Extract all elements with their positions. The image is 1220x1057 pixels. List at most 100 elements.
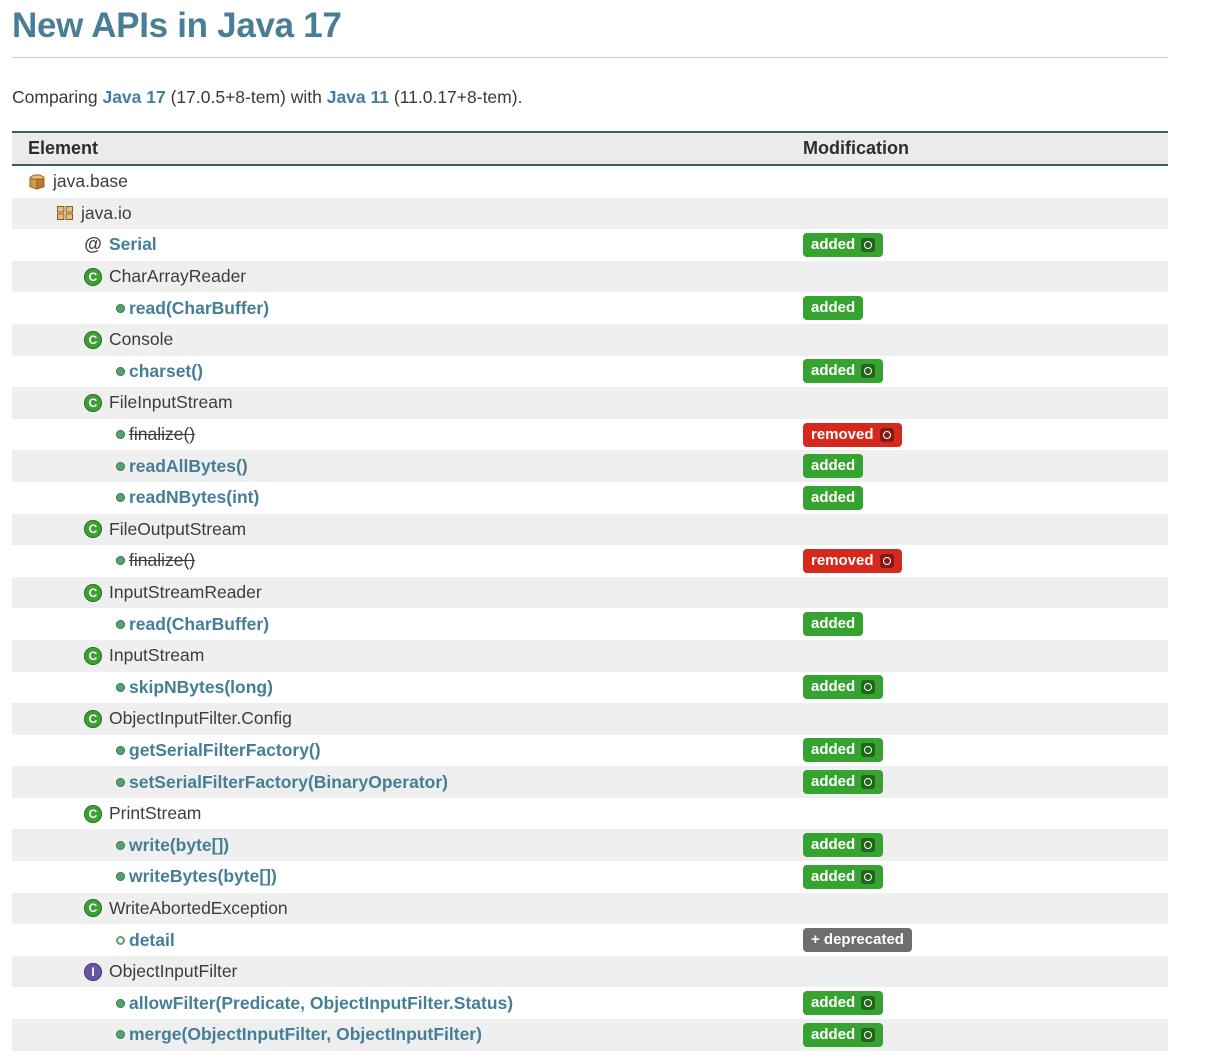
modification-cell bbox=[800, 956, 1168, 988]
row-label: java.io bbox=[81, 203, 132, 224]
badge-label: removed bbox=[811, 426, 874, 444]
java11-link[interactable]: Java 11 bbox=[327, 87, 389, 107]
annotation-icon: @ bbox=[84, 236, 102, 254]
badge-label: added bbox=[811, 836, 855, 854]
details-icon[interactable] bbox=[861, 775, 875, 789]
table-row: C FileOutputStream bbox=[12, 514, 1168, 546]
modification-cell bbox=[800, 198, 1168, 230]
element-cell-inner: java.io bbox=[12, 198, 800, 230]
modification-cell: added bbox=[800, 735, 1168, 767]
details-icon[interactable] bbox=[861, 680, 875, 694]
element-cell-inner: readAllBytes() bbox=[12, 450, 800, 482]
row-label: ObjectInputFilter.Config bbox=[109, 708, 292, 729]
column-header-element: Element bbox=[12, 132, 800, 165]
added-badge: added bbox=[803, 454, 863, 478]
details-icon[interactable] bbox=[861, 838, 875, 852]
details-icon[interactable] bbox=[880, 428, 894, 442]
row-label: java.base bbox=[53, 171, 128, 192]
modification-cell: added bbox=[800, 229, 1168, 261]
badge-label: added bbox=[811, 457, 855, 475]
table-row: skipNBytes(long) added bbox=[12, 672, 1168, 704]
table-row: allowFilter(Predicate, ObjectInputFilter… bbox=[12, 987, 1168, 1019]
row-label[interactable]: Serial bbox=[109, 234, 157, 255]
modification-cell: removed bbox=[800, 419, 1168, 451]
table-row: detail + deprecated bbox=[12, 924, 1168, 956]
package-icon bbox=[28, 174, 46, 190]
added-badge: added bbox=[803, 865, 883, 889]
method-icon bbox=[116, 430, 125, 439]
details-icon[interactable] bbox=[861, 1028, 875, 1042]
old-build-text: (11.0.17+8-tem). bbox=[389, 87, 522, 107]
modification-cell: added bbox=[800, 861, 1168, 893]
element-cell-inner: I ObjectInputFilter bbox=[12, 956, 800, 988]
method-icon bbox=[116, 304, 125, 313]
badge-label: added bbox=[811, 362, 855, 380]
row-label[interactable]: readNBytes(int) bbox=[129, 487, 259, 508]
method-icon bbox=[116, 556, 125, 565]
element-cell-inner: C WriteAbortedException bbox=[12, 893, 800, 925]
comparing-text: Comparing bbox=[12, 87, 102, 107]
modification-cell bbox=[800, 261, 1168, 293]
element-cell-inner: @ Serial bbox=[12, 229, 800, 261]
table-row: C InputStreamReader bbox=[12, 577, 1168, 609]
row-label[interactable]: read(CharBuffer) bbox=[129, 614, 269, 635]
table-row: charset() added bbox=[12, 356, 1168, 388]
details-icon[interactable] bbox=[861, 996, 875, 1010]
table-row: C ObjectInputFilter.Config bbox=[12, 703, 1168, 735]
badge-label: added bbox=[811, 489, 855, 507]
element-cell-inner: C PrintStream bbox=[12, 798, 800, 830]
field-icon bbox=[116, 936, 125, 945]
row-label: finalize() bbox=[129, 424, 195, 445]
table-row: finalize() removed bbox=[12, 545, 1168, 577]
table-row: C WriteAbortedException bbox=[12, 893, 1168, 925]
element-cell-inner: finalize() bbox=[12, 545, 800, 577]
added-badge: added bbox=[803, 1023, 883, 1047]
table-row: I ObjectInputFilter bbox=[12, 956, 1168, 988]
modification-cell: added bbox=[800, 829, 1168, 861]
details-icon[interactable] bbox=[861, 364, 875, 378]
row-label[interactable]: readAllBytes() bbox=[129, 456, 248, 477]
modification-cell: added bbox=[800, 482, 1168, 514]
details-icon[interactable] bbox=[880, 554, 894, 568]
modification-cell bbox=[800, 324, 1168, 356]
badge-label: added bbox=[811, 299, 855, 317]
row-label[interactable]: detail bbox=[129, 930, 175, 951]
table-header-row: Element Modification bbox=[12, 132, 1168, 165]
row-label[interactable]: skipNBytes(long) bbox=[129, 677, 273, 698]
element-cell-inner: java.base bbox=[12, 166, 800, 198]
added-badge: added bbox=[803, 770, 883, 794]
modification-cell bbox=[800, 166, 1168, 198]
element-cell-inner: C FileInputStream bbox=[12, 387, 800, 419]
java17-link[interactable]: Java 17 bbox=[102, 87, 165, 107]
title-divider bbox=[12, 57, 1168, 58]
modification-cell: added bbox=[800, 1019, 1168, 1051]
modification-cell: added bbox=[800, 672, 1168, 704]
method-icon bbox=[116, 746, 125, 755]
row-label: FileOutputStream bbox=[109, 519, 246, 540]
badge-label: added bbox=[811, 236, 855, 254]
row-label[interactable]: setSerialFilterFactory(BinaryOperator) bbox=[129, 772, 448, 793]
table-row: @ Serial added bbox=[12, 229, 1168, 261]
element-cell-inner: read(CharBuffer) bbox=[12, 608, 800, 640]
row-label[interactable]: merge(ObjectInputFilter, ObjectInputFilt… bbox=[129, 1024, 482, 1045]
row-label[interactable]: allowFilter(Predicate, ObjectInputFilter… bbox=[129, 993, 513, 1014]
row-label[interactable]: charset() bbox=[129, 361, 203, 382]
table-row: write(byte[]) added bbox=[12, 829, 1168, 861]
badge-label: added bbox=[811, 741, 855, 759]
row-label[interactable]: getSerialFilterFactory() bbox=[129, 740, 321, 761]
row-label[interactable]: read(CharBuffer) bbox=[129, 298, 269, 319]
details-icon[interactable] bbox=[861, 743, 875, 757]
added-badge: added bbox=[803, 991, 883, 1015]
element-cell-inner: finalize() bbox=[12, 419, 800, 451]
modification-cell: removed bbox=[800, 545, 1168, 577]
details-icon[interactable] bbox=[861, 238, 875, 252]
table-row: read(CharBuffer) added bbox=[12, 292, 1168, 324]
row-label[interactable]: writeBytes(byte[]) bbox=[129, 866, 277, 887]
removed-badge: removed bbox=[803, 423, 902, 447]
table-row: readNBytes(int) added bbox=[12, 482, 1168, 514]
row-label[interactable]: write(byte[]) bbox=[129, 835, 229, 856]
added-badge: added bbox=[803, 296, 863, 320]
class-icon: C bbox=[84, 584, 102, 602]
method-icon bbox=[116, 620, 125, 629]
details-icon[interactable] bbox=[861, 870, 875, 884]
